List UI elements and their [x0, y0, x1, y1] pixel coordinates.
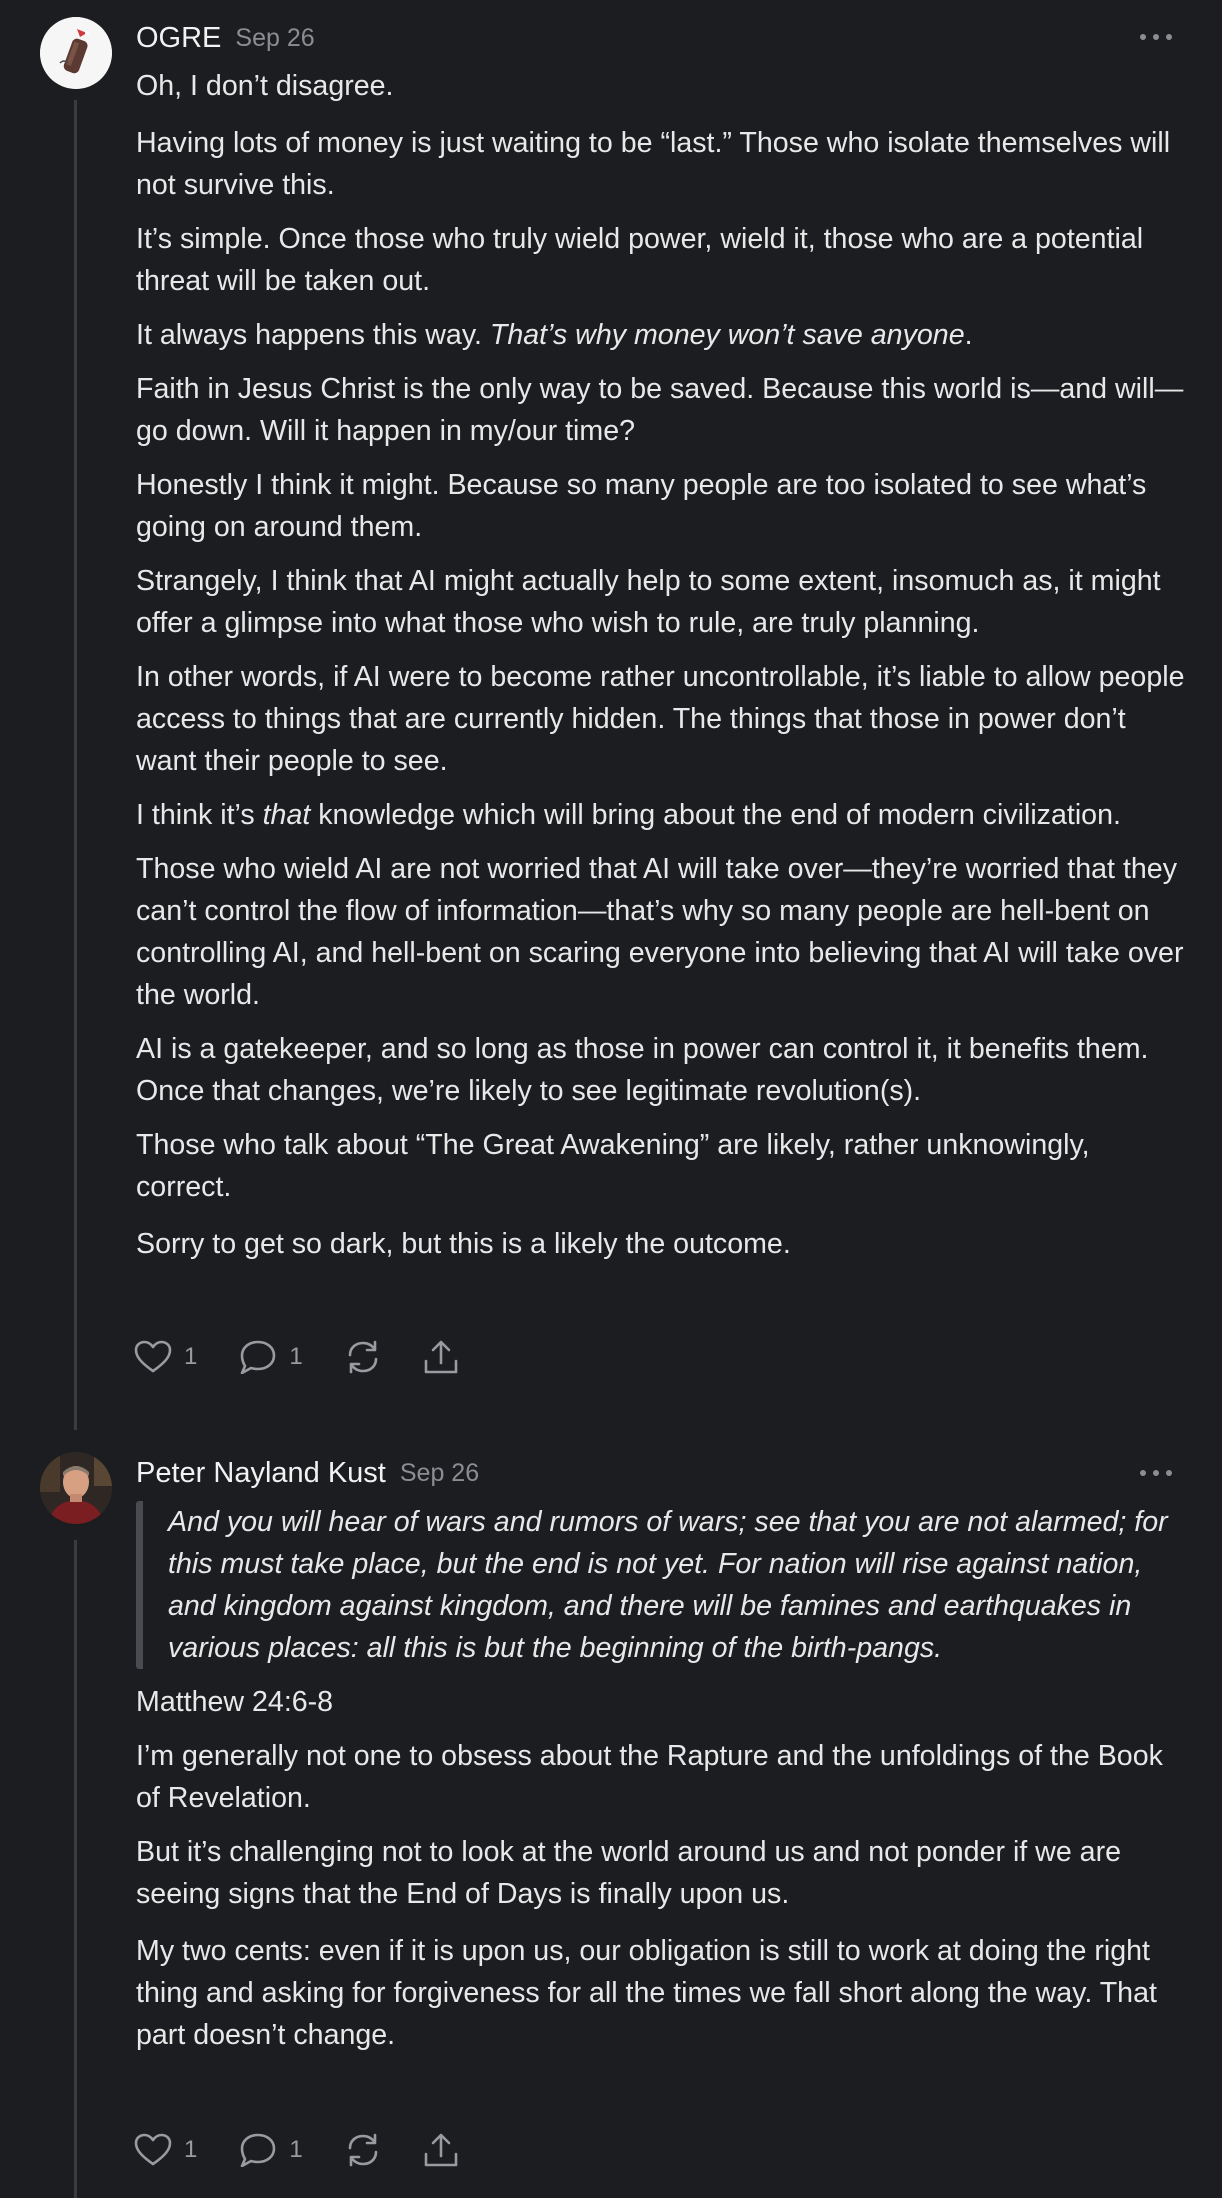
share-icon [424, 1340, 458, 1374]
paragraph: But it’s challenging not to look at the … [136, 1836, 1122, 1910]
avatar-image [40, 1452, 112, 1524]
share-button[interactable] [423, 1339, 459, 1375]
avatar-image [40, 17, 112, 89]
comment-header: Peter Nayland Kust Sep 26 [136, 1453, 479, 1493]
paragraph: In other words, if AI were to become rat… [136, 661, 1185, 777]
paragraph: Having lots of money is just waiting to … [136, 127, 1171, 201]
paragraph: Sorry to get so dark, but this is a like… [136, 1228, 791, 1260]
comment-date[interactable]: Sep 26 [235, 24, 314, 53]
share-icon [424, 2133, 458, 2167]
heart-icon [134, 1340, 172, 1373]
reply-button[interactable]: 1 [239, 1340, 303, 1374]
thread-line [74, 100, 77, 1430]
comment-body: Oh, I don’t disagree. Having lots of mon… [136, 65, 1186, 1265]
like-button[interactable]: 1 [134, 2133, 197, 2167]
like-count: 1 [184, 1343, 198, 1370]
paragraph: Oh, I don’t disagree. [136, 70, 394, 102]
comment-date[interactable]: Sep 26 [400, 1459, 479, 1488]
paragraph: AI is a gatekeeper, and so long as those… [136, 1033, 1149, 1107]
comment-bubble-icon [241, 2133, 276, 2167]
avatar[interactable] [40, 17, 112, 89]
heart-icon [134, 2133, 172, 2166]
reply-button[interactable]: 1 [239, 2133, 303, 2167]
paragraph: My two cents: even if it is upon us, our… [136, 1935, 1157, 2051]
comment-header: OGRE Sep 26 [136, 18, 315, 58]
restack-icon [348, 2133, 378, 2167]
paragraph: Those who wield AI are not worried that … [136, 853, 1184, 1011]
more-options-icon[interactable] [1140, 1468, 1172, 1478]
comment-peter: Peter Nayland Kust Sep 26 And you will h… [0, 1430, 1222, 2198]
author-name[interactable]: OGRE [136, 22, 221, 55]
paragraph: I’m generally not one to obsess about th… [136, 1740, 1163, 1814]
comment-bubble-icon [241, 1340, 276, 1374]
restack-button[interactable] [345, 2132, 381, 2168]
paragraph: Matthew 24:6-8 [136, 1686, 334, 1718]
comment-actions: 1 1 [134, 2128, 501, 2172]
avatar[interactable] [40, 1452, 112, 1524]
author-name[interactable]: Peter Nayland Kust [136, 1457, 386, 1490]
reply-count: 1 [289, 2136, 303, 2163]
paragraph: It always happens this way. That’s why m… [136, 319, 973, 351]
comment-ogre: OGRE Sep 26 Oh, I don’t disagree. Having… [0, 0, 1222, 1430]
paragraph: Strangely, I think that AI might actuall… [136, 565, 1161, 639]
reply-count: 1 [289, 1343, 303, 1370]
comment-actions: 1 1 [134, 1335, 501, 1379]
thread-line [74, 1540, 77, 2198]
restack-icon [348, 1340, 378, 1374]
restack-button[interactable] [345, 1339, 381, 1375]
paragraph: Those who talk about “The Great Awakenin… [136, 1129, 1090, 1203]
share-button[interactable] [423, 2132, 459, 2168]
scripture-quote: And you will hear of wars and rumors of … [136, 1501, 1186, 1669]
paragraph: Faith in Jesus Christ is the only way to… [136, 373, 1184, 447]
comment-body: And you will hear of wars and rumors of … [136, 1501, 1186, 2056]
paragraph: Honestly I think it might. Because so ma… [136, 469, 1147, 543]
like-count: 1 [184, 2136, 198, 2163]
like-button[interactable]: 1 [134, 1340, 197, 1374]
paragraph: I think it’s that knowledge which will b… [136, 799, 1121, 831]
more-options-icon[interactable] [1140, 32, 1172, 42]
paragraph: It’s simple. Once those who truly wield … [136, 223, 1144, 297]
